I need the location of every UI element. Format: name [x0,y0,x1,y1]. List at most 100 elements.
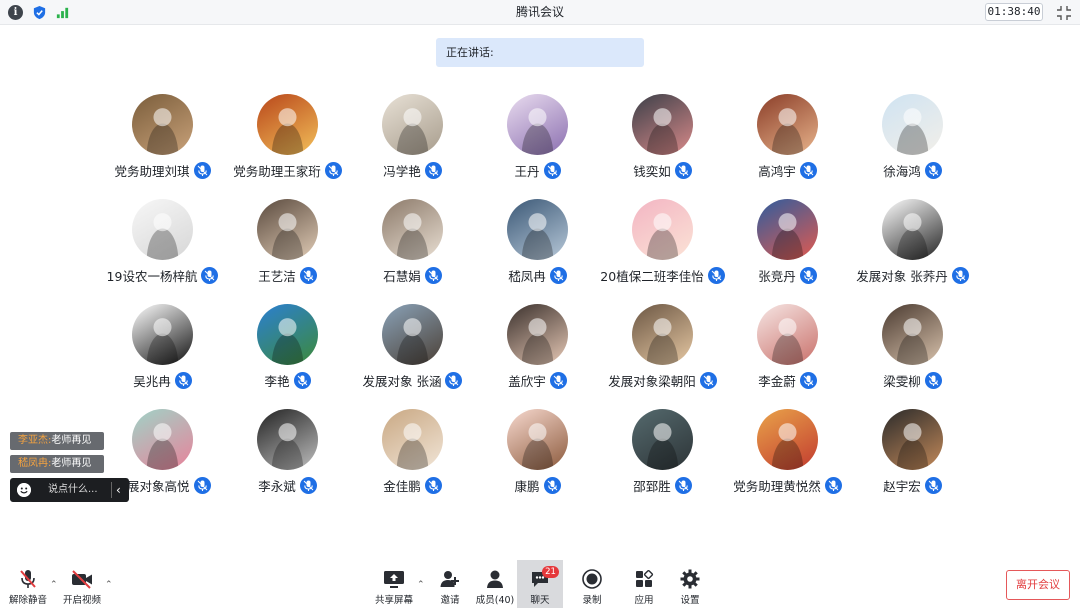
participant-tile[interactable]: 发展对象梁朝阳 [600,304,725,409]
avatar [632,199,693,260]
participant-name: 盖欣宇 [508,374,546,389]
participant-name: 王艺洁 [258,269,296,284]
mic-muted-icon [799,267,817,284]
chat-button[interactable]: 21 聊天 [517,560,563,608]
participant-tile[interactable]: 吴兆冉 [100,304,225,409]
avatar [132,304,193,365]
avatar [757,199,818,260]
fullscreen-icon[interactable] [1056,5,1072,21]
chat-text: 老师再见 [51,458,92,469]
mic-muted-icon [549,372,567,389]
collapse-chat-icon[interactable]: ‹ [116,478,121,502]
meeting-timer: 01:38:40 [985,3,1043,21]
participant-tile[interactable]: 冯学艳 [350,94,475,199]
avatar [382,199,443,260]
emoji-icon[interactable] [17,483,31,497]
participant-tile[interactable]: 19设农一杨梓航 [100,199,225,304]
mic-muted-icon [924,372,942,389]
avatar [882,94,943,155]
audio-options-caret[interactable]: ⌃ [50,580,58,590]
mic-muted-icon [799,162,817,179]
chat-text: 老师再见 [51,435,92,446]
participant-tile[interactable]: 20植保二班李佳怡 [600,199,725,304]
mic-muted-icon [424,267,442,284]
participant-name: 李金蔚 [758,374,796,389]
shield-icon[interactable] [32,5,47,20]
chat-sender: 嵇凤冉: [18,458,52,469]
participant-tile[interactable]: 李艳 [225,304,350,409]
unmute-button[interactable]: 解除静音 [8,560,48,608]
participant-tile[interactable]: 嵇凤冉 [475,199,600,304]
participant-tile[interactable]: 张竞丹 [725,199,850,304]
start-video-label: 开启视频 [62,595,101,606]
mic-muted-icon [674,477,692,494]
avatar [507,304,568,365]
avatar [132,94,193,155]
signal-icon[interactable] [55,5,70,20]
participant-tile[interactable]: 钱奕如 [600,94,725,199]
participant-name: 石慧娟 [383,269,421,284]
participant-name: 赵宇宏 [883,479,921,494]
participant-tile[interactable]: 党务助理王家珩 [225,94,350,199]
mic-muted-icon [174,372,192,389]
avatar [757,94,818,155]
record-label: 录制 [582,595,602,606]
avatar [382,304,443,365]
record-button[interactable]: 录制 [574,560,610,608]
participant-name: 高鸿宇 [758,164,796,179]
share-screen-label: 共享屏幕 [374,595,413,606]
participant-name-row: 梁雯柳 [830,371,995,390]
participant-tile[interactable]: 党务助理黄悦然 [725,409,850,514]
participant-tile[interactable]: 李永斌 [225,409,350,514]
participant-tile[interactable]: 梁雯柳 [850,304,975,409]
participant-name: 党务助理刘琪 [114,164,190,179]
participant-tile[interactable]: 金佳鹏 [350,409,475,514]
share-screen-icon [384,571,404,588]
avatar [882,304,943,365]
participant-tile[interactable]: 康鹏 [475,409,600,514]
participant-tile[interactable]: 王丹 [475,94,600,199]
participant-tile[interactable]: 赵宇宏 [850,409,975,514]
record-icon [582,569,602,589]
participant-name: 发展对象 张涵 [362,374,442,389]
avatar [882,199,943,260]
participant-tile[interactable]: 发展对象 张涵 [350,304,475,409]
participant-tile[interactable]: 石慧娟 [350,199,475,304]
share-screen-button[interactable]: 共享屏幕 [374,560,414,608]
mic-muted-icon [299,477,317,494]
title-bar: i 腾讯会议 01:38:40 [0,0,1080,25]
chat-sender: 李亚杰: [18,435,52,446]
chat-quick-input[interactable]: 说点什么... ‹ [10,478,129,502]
participant-tile[interactable]: 高鸿宇 [725,94,850,199]
participant-tile[interactable]: 党务助理刘琪 [100,94,225,199]
participant-grid: 党务助理刘琪 党务助理王家珩 冯学艳 王丹 钱奕如 高鸿宇 徐海鸿 19设农一杨梓航 王艺洁 石慧… [100,94,975,504]
info-icon[interactable]: i [8,5,23,20]
participant-name: 吴兆冉 [133,374,171,389]
leave-meeting-button[interactable]: 离开会议 [1006,570,1070,600]
participant-tile[interactable]: 发展对象 张荞丹 [850,199,975,304]
apps-button[interactable]: 应用 [626,560,662,608]
participant-name: 20植保二班李佳怡 [600,269,704,284]
participant-tile[interactable]: 徐海鸿 [850,94,975,199]
participant-tile[interactable]: 盖欣宇 [475,304,600,409]
members-icon [487,570,503,588]
participant-name-row: 发展对象 张荞丹 [830,266,995,285]
participant-tile[interactable]: 王艺洁 [225,199,350,304]
video-options-caret[interactable]: ⌃ [105,580,113,590]
avatar [257,199,318,260]
participant-tile[interactable]: 李金蔚 [725,304,850,409]
settings-button[interactable]: 设置 [672,560,708,608]
divider [111,482,112,498]
apps-icon [636,569,654,587]
settings-label: 设置 [680,595,700,606]
participant-tile[interactable]: 邵郅胜 [600,409,725,514]
start-video-button[interactable]: 开启视频 [62,560,102,608]
participant-name-row: 赵宇宏 [830,476,995,495]
chat-input-placeholder[interactable]: 说点什么... [48,478,98,502]
invite-button[interactable]: 邀请 [432,560,468,608]
avatar [257,409,318,470]
share-options-caret[interactable]: ⌃ [417,580,425,590]
participant-name-row: 徐海鸿 [830,161,995,180]
avatar [507,409,568,470]
avatar [757,409,818,470]
